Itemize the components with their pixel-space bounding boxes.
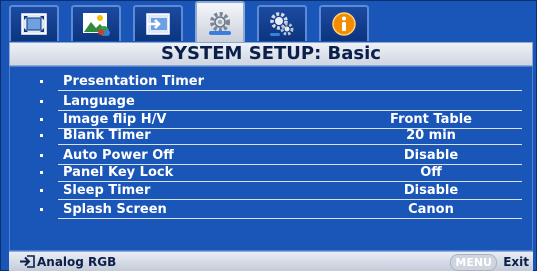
divider — [58, 199, 522, 200]
menu-item-label: Splash Screen — [63, 202, 167, 217]
divider — [58, 144, 522, 145]
menu-key-button[interactable]: MENU — [450, 254, 497, 271]
input-source-icon — [19, 255, 35, 271]
bullet-icon — [40, 100, 43, 103]
divider — [58, 90, 522, 91]
menu-item-label: Presentation Timer — [63, 74, 205, 89]
tab-source[interactable] — [133, 5, 183, 41]
menu-item-language[interactable]: Language — [10, 93, 534, 111]
tab-picture[interactable] — [71, 5, 121, 41]
menu-item-value: Disable — [403, 183, 459, 198]
bullet-icon — [40, 189, 43, 192]
picture-icon — [82, 12, 110, 36]
menu-item-value: Front Table — [390, 112, 472, 127]
menu-item-label: Sleep Timer — [63, 183, 151, 198]
bullet-icon — [40, 134, 43, 137]
menu-item-label: Image flip H/V — [63, 112, 167, 127]
tab-information[interactable] — [319, 5, 369, 41]
menu-item-splash-screen[interactable]: Splash Screen Canon — [10, 201, 534, 219]
menu-item-value: 20 min — [406, 128, 456, 143]
osd-menu: SYSTEM SETUP: Basic Presentation Timer L… — [0, 0, 537, 271]
status-bar: Analog RGB MENU Exit — [9, 251, 533, 271]
menu-item-value: Off — [420, 165, 442, 180]
menu-item-label: Panel Key Lock — [63, 165, 174, 180]
menu-item-value: Disable — [403, 148, 459, 163]
menu-item-label: Auto Power Off — [63, 148, 174, 163]
tab-system-setup-basic[interactable] — [195, 1, 245, 43]
bullet-icon — [40, 171, 43, 174]
menu-item-label: Blank Timer — [63, 128, 151, 143]
bullet-icon — [40, 208, 43, 211]
tab-display[interactable] — [9, 5, 59, 41]
menu-item-label: Language — [63, 94, 135, 109]
menu-item-presentation-timer[interactable]: Presentation Timer — [10, 73, 534, 91]
divider — [58, 218, 522, 219]
menu-list: Presentation Timer Language Image flip H… — [9, 66, 533, 251]
exit-label: Exit — [503, 255, 529, 269]
advanced-setup-icon — [267, 10, 297, 38]
information-icon — [331, 11, 357, 37]
bullet-icon — [40, 80, 43, 83]
display-icon — [21, 13, 47, 35]
menu-item-panel-key-lock[interactable]: Panel Key Lock Off — [10, 164, 534, 182]
menu-item-blank-timer[interactable]: Blank Timer 20 min — [10, 127, 534, 145]
menu-item-sleep-timer[interactable]: Sleep Timer Disable — [10, 182, 534, 200]
bullet-icon — [40, 154, 43, 157]
menu-item-auto-power-off[interactable]: Auto Power Off Disable — [10, 147, 534, 165]
system-setup-icon — [205, 9, 235, 37]
page-title: SYSTEM SETUP: Basic — [9, 42, 533, 66]
tab-system-setup-advanced[interactable] — [257, 5, 307, 41]
menu-item-value: Canon — [408, 202, 454, 217]
tab-strip — [9, 1, 449, 43]
source-icon — [145, 13, 171, 35]
bullet-icon — [40, 118, 43, 121]
input-source-label: Analog RGB — [37, 255, 117, 269]
